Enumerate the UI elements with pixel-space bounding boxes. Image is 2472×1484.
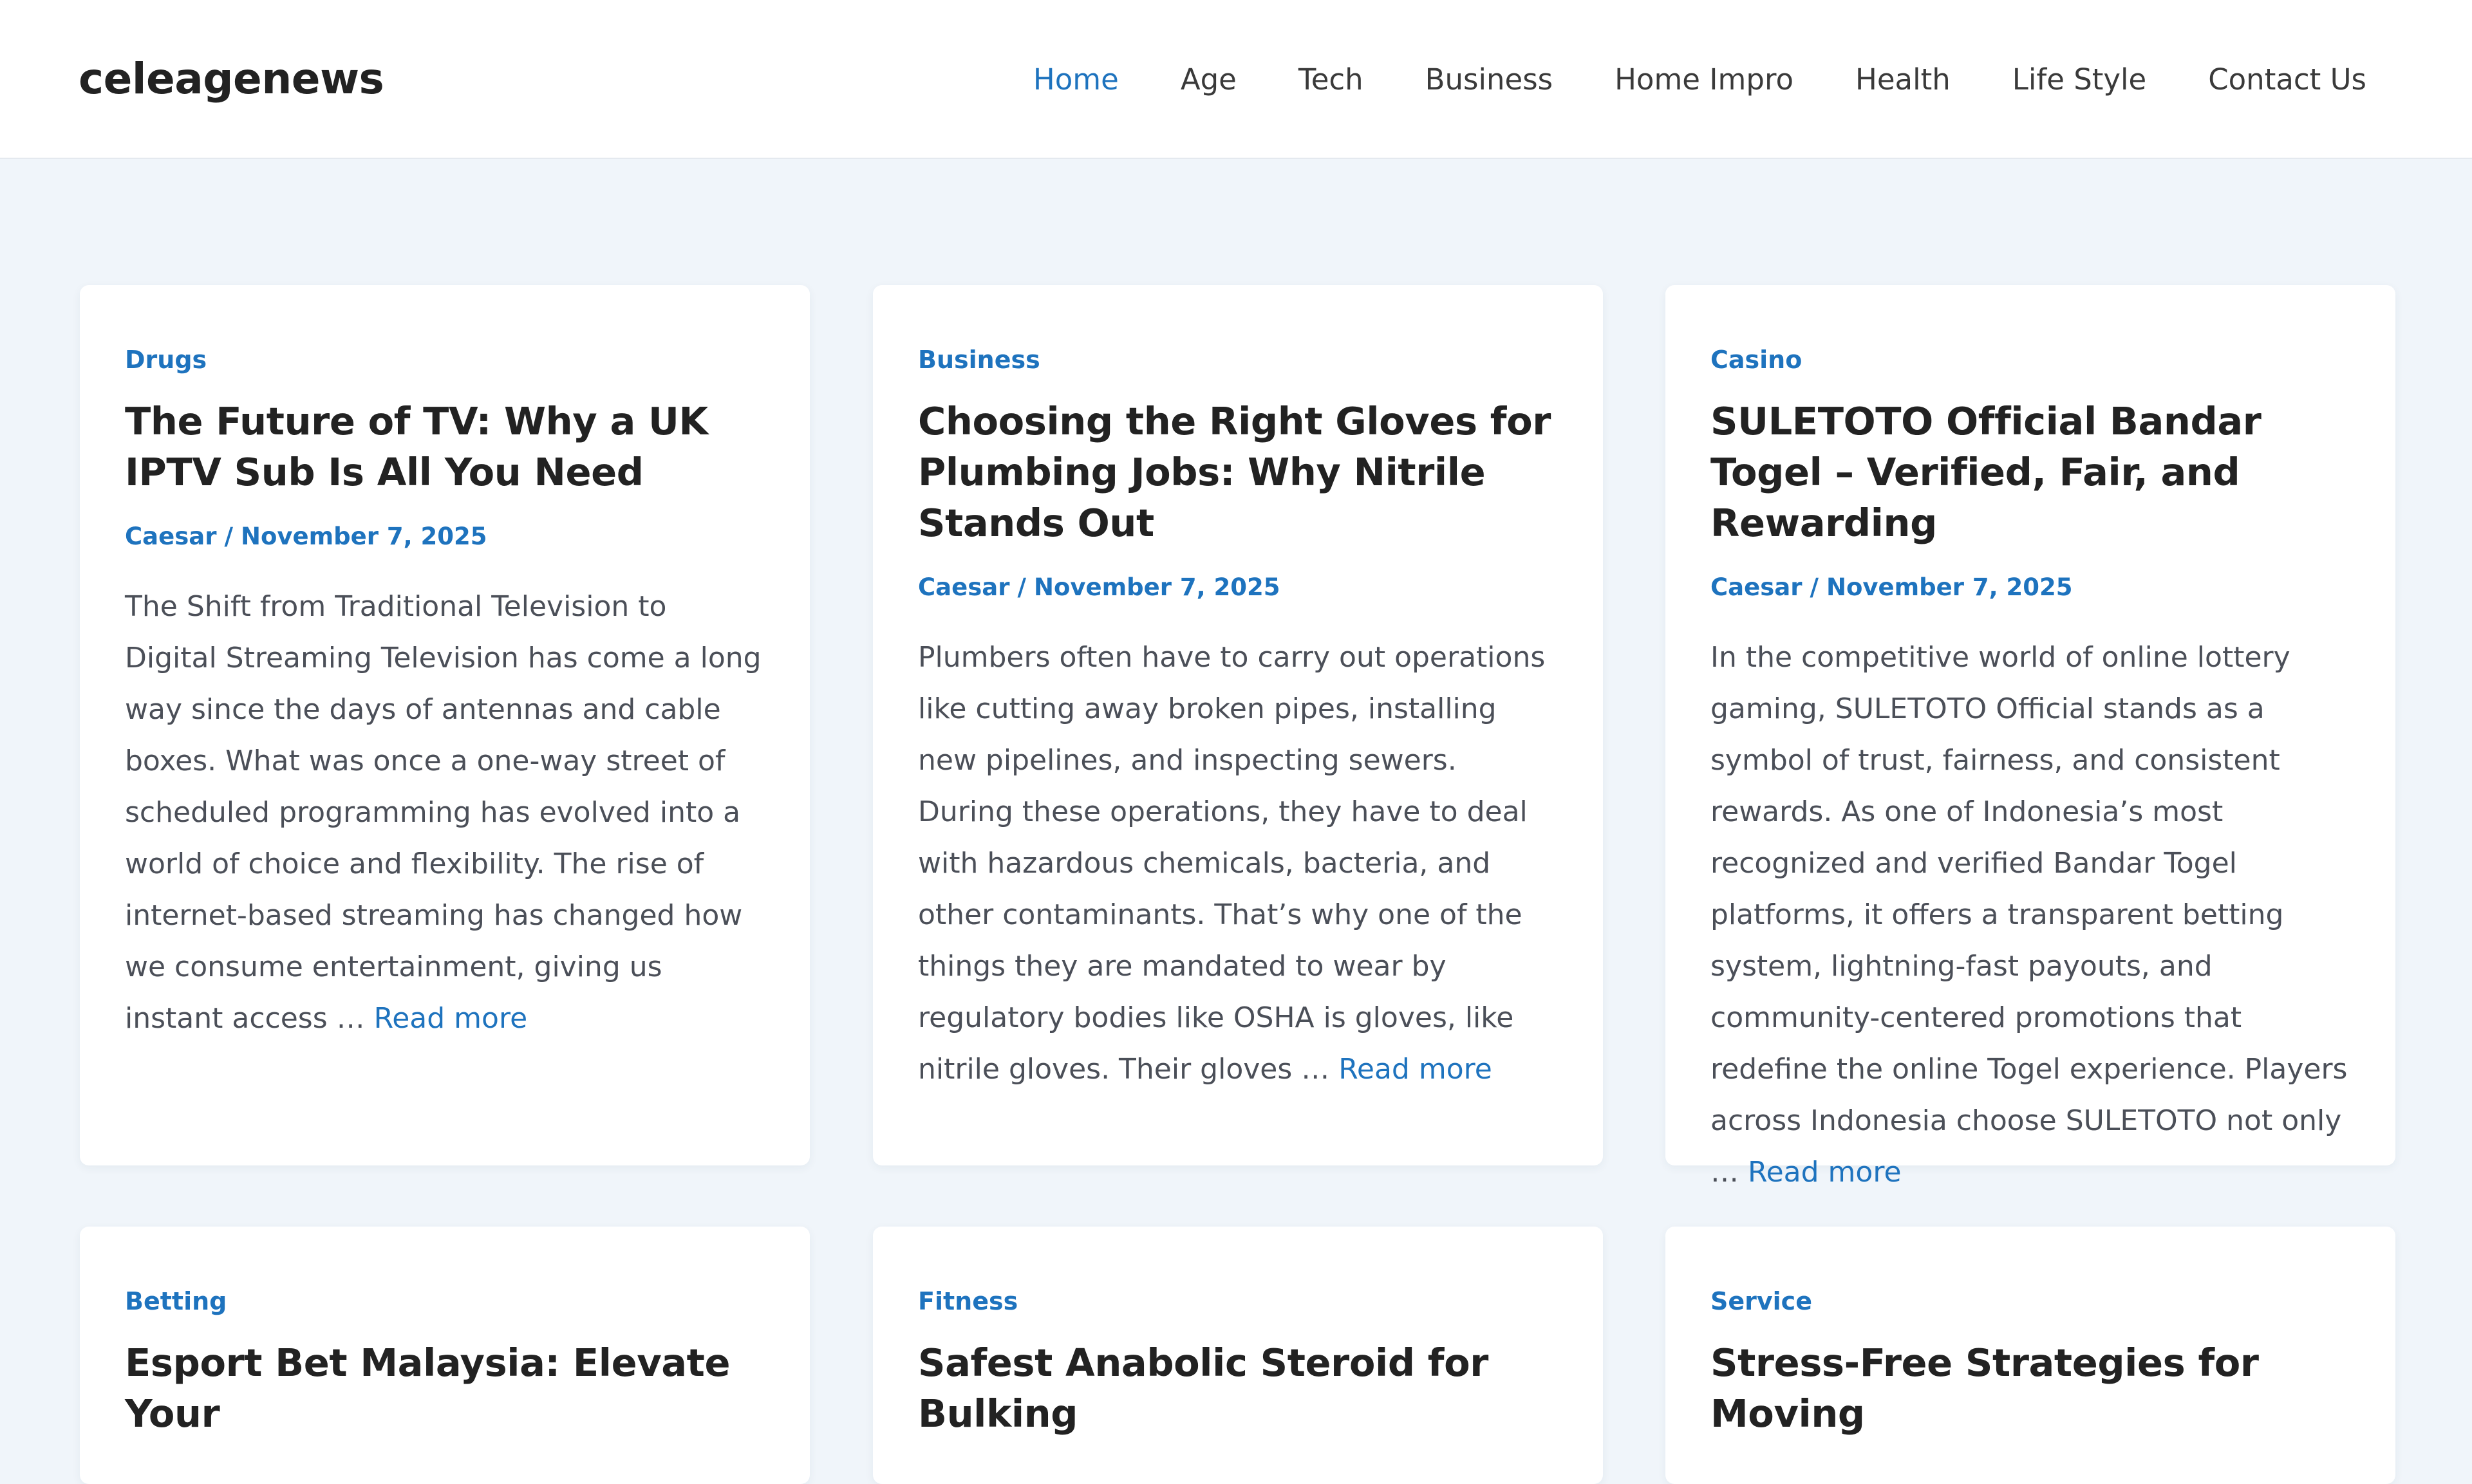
post-category-link[interactable]: Drugs xyxy=(125,343,207,376)
post-title[interactable]: Choosing the Right Gloves for Plumbing J… xyxy=(918,396,1558,548)
post-excerpt: The Shift from Traditional Television to… xyxy=(125,581,765,1044)
nav-item-tech[interactable]: Tech xyxy=(1298,59,1363,100)
meta-separator: / xyxy=(1810,573,1819,601)
nav-item-life-style[interactable]: Life Style xyxy=(2012,59,2146,100)
post-title[interactable]: Esport Bet Malaysia: Elevate Your xyxy=(125,1337,765,1439)
meta-separator: / xyxy=(1017,573,1026,601)
post-category-link[interactable]: Betting xyxy=(125,1285,227,1318)
post-title[interactable]: Safest Anabolic Steroid for Bulking xyxy=(918,1337,1558,1439)
nav-item-home-impro[interactable]: Home Impro xyxy=(1615,59,1793,100)
post-excerpt: Plumbers often have to carry out operati… xyxy=(918,632,1558,1095)
read-more-link[interactable]: Read more xyxy=(1338,1053,1492,1086)
post-card: Business Choosing the Right Gloves for P… xyxy=(873,285,1603,1165)
post-card: Service Stress-Free Strategies for Movin… xyxy=(1665,1227,2395,1484)
read-more-link[interactable]: Read more xyxy=(1748,1156,1902,1189)
post-card: Casino SULETOTO Official Bandar Togel – … xyxy=(1665,285,2395,1189)
post-meta: Caesar / November 7, 2025 xyxy=(1710,571,2350,604)
post-card: Fitness Safest Anabolic Steroid for Bulk… xyxy=(873,1227,1603,1484)
post-category-link[interactable]: Fitness xyxy=(918,1285,1018,1318)
post-excerpt-text: In the competitive world of online lotte… xyxy=(1710,641,2348,1189)
post-author[interactable]: Caesar xyxy=(125,523,216,550)
post-date[interactable]: November 7, 2025 xyxy=(1034,573,1280,601)
post-category-link[interactable]: Casino xyxy=(1710,343,1802,376)
post-excerpt: In the competitive world of online lotte… xyxy=(1710,632,2350,1198)
nav-item-age[interactable]: Age xyxy=(1181,59,1237,100)
post-meta: Caesar / November 7, 2025 xyxy=(918,571,1558,604)
post-excerpt-text: Plumbers often have to carry out operati… xyxy=(918,641,1546,1086)
site-header: celeagenews Home Age Tech Business Home … xyxy=(0,0,2472,159)
post-category-link[interactable]: Business xyxy=(918,343,1040,376)
main-nav: Home Age Tech Business Home Impro Health… xyxy=(1033,59,2366,100)
nav-item-business[interactable]: Business xyxy=(1425,59,1553,100)
post-author[interactable]: Caesar xyxy=(1710,573,1802,601)
post-card: Betting Esport Bet Malaysia: Elevate You… xyxy=(80,1227,810,1484)
site-logo[interactable]: celeagenews xyxy=(79,50,384,108)
post-title[interactable]: Stress-Free Strategies for Moving xyxy=(1710,1337,2350,1439)
post-category-link[interactable]: Service xyxy=(1710,1285,1812,1318)
post-date[interactable]: November 7, 2025 xyxy=(241,523,487,550)
post-title[interactable]: SULETOTO Official Bandar Togel – Verifie… xyxy=(1710,396,2350,548)
post-date[interactable]: November 7, 2025 xyxy=(1826,573,2073,601)
post-author[interactable]: Caesar xyxy=(918,573,1009,601)
nav-item-home[interactable]: Home xyxy=(1033,59,1119,100)
nav-item-contact-us[interactable]: Contact Us xyxy=(2208,59,2366,100)
post-meta: Caesar / November 7, 2025 xyxy=(125,521,765,553)
meta-separator: / xyxy=(224,523,233,550)
read-more-link[interactable]: Read more xyxy=(374,1002,528,1035)
post-excerpt-text: The Shift from Traditional Television to… xyxy=(125,590,762,1035)
nav-item-health[interactable]: Health xyxy=(1855,59,1951,100)
post-title[interactable]: The Future of TV: Why a UK IPTV Sub Is A… xyxy=(125,396,765,497)
post-card: Drugs The Future of TV: Why a UK IPTV Su… xyxy=(80,285,810,1165)
